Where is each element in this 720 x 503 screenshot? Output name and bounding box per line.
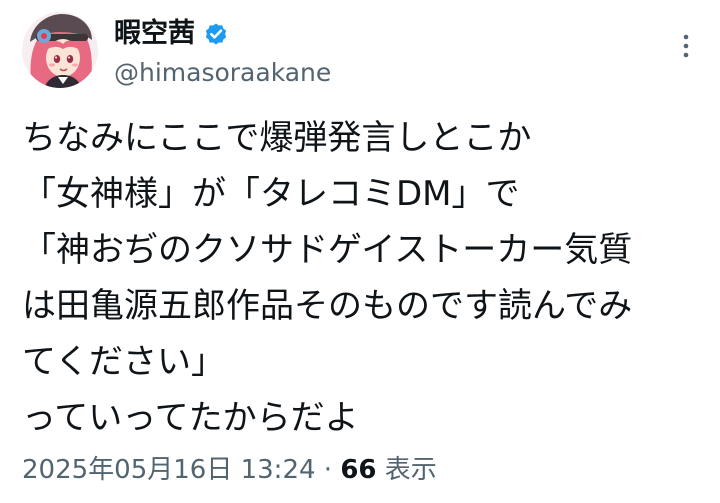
tweet-line: 「神おぢのクソサドゲイストーカー気質 [22, 230, 633, 270]
tweet-line: は田亀源五郎作品そのものです読んでみ [22, 286, 633, 326]
verified-badge-icon [203, 21, 229, 47]
tweet-timestamp[interactable]: 2025年05月16日 13:24 [22, 455, 316, 485]
tweet-line: 「女神様」が「タレコミDM」で [22, 174, 520, 214]
views-label: 表示 [376, 455, 437, 485]
author-name-row: 暇空茜 [114, 14, 229, 54]
more-options-button[interactable] [666, 24, 706, 68]
more-vertical-icon [683, 34, 689, 58]
tweet-meta: 2025年05月16日 13:24 · 66 表示 [22, 450, 437, 490]
tweet-line: っていってたからだよ [22, 398, 359, 438]
anime-avatar-icon [22, 12, 98, 88]
tweet-text: ちなみにここで爆弾発言しとこか 「女神様」が「タレコミDM」で 「神おぢのクソサ… [22, 110, 702, 446]
views-count: 66 [340, 455, 377, 485]
author-display-name[interactable]: 暇空茜 [114, 14, 195, 54]
author-avatar[interactable] [22, 12, 98, 88]
tweet-line: ちなみにここで爆弾発言しとこか [22, 118, 532, 158]
author-handle[interactable]: @himasoraakane [114, 56, 331, 90]
meta-separator: · [315, 455, 341, 485]
tweet-line: てください」 [22, 342, 225, 382]
